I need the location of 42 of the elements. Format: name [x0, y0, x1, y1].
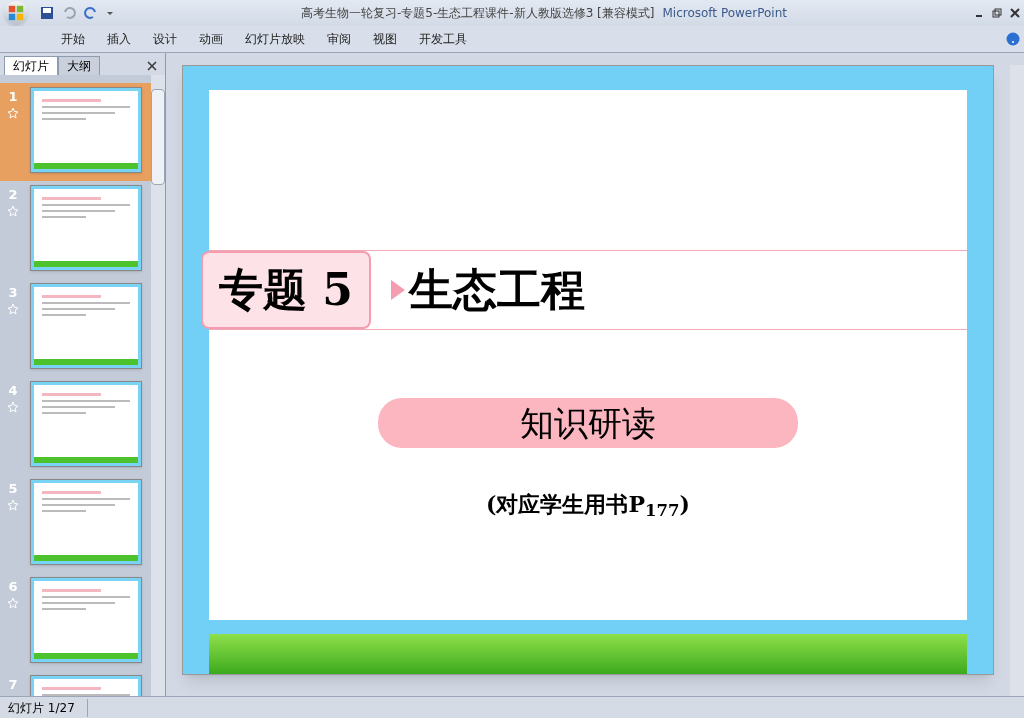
- slide-title: 生态工程: [408, 263, 585, 317]
- caret-icon[interactable]: [106, 9, 114, 17]
- star-icon: [7, 302, 19, 315]
- redo-icon[interactable]: [84, 6, 98, 20]
- slide-number: 4: [8, 382, 18, 400]
- title-badge: 专题 5: [201, 251, 371, 329]
- scrollbar[interactable]: [151, 75, 165, 696]
- office-button[interactable]: [4, 1, 28, 25]
- star-icon: [7, 204, 19, 217]
- panel-tab[interactable]: 幻灯片: [4, 56, 58, 75]
- ribbon-tab[interactable]: 设计: [142, 30, 188, 48]
- ribbon-tab[interactable]: 动画: [188, 30, 234, 48]
- banner: 知识研读: [378, 398, 798, 448]
- slide-number: 2: [8, 186, 18, 204]
- scrollbar[interactable]: [1010, 65, 1024, 696]
- close-icon[interactable]: [147, 61, 157, 71]
- slide-number: 6: [8, 578, 18, 596]
- triangle-icon: [390, 280, 405, 300]
- star-icon: [7, 400, 19, 413]
- save-icon[interactable]: [40, 6, 54, 20]
- app-name: Microsoft PowerPoint: [662, 5, 787, 22]
- star-icon: [7, 596, 19, 609]
- ribbon-tab[interactable]: 插入: [96, 30, 142, 48]
- star-icon: [7, 498, 19, 511]
- slide-number: 7: [8, 676, 18, 694]
- slide-counter: 幻灯片 1/27: [8, 698, 88, 717]
- slide-number: 5: [8, 480, 18, 498]
- panel-tab[interactable]: 大纲: [58, 56, 100, 75]
- window-title: 高考生物一轮复习-专题5-生态工程课件-新人教版选修3 [兼容模式]: [301, 5, 655, 22]
- star-icon: [7, 106, 19, 119]
- slide-number: 1: [8, 88, 18, 106]
- restore-icon[interactable]: [992, 8, 1002, 18]
- slide-number: 3: [8, 284, 18, 302]
- ribbon-tab[interactable]: 幻灯片放映: [234, 30, 316, 48]
- book-reference: (对应学生用书P$_{177}$): [486, 490, 690, 521]
- office-logo-icon: [8, 5, 24, 21]
- ribbon-tab[interactable]: 开始: [50, 30, 96, 48]
- close-icon[interactable]: [1010, 8, 1020, 18]
- ribbon-tab[interactable]: 开发工具: [408, 30, 478, 48]
- help-icon[interactable]: [1006, 32, 1020, 46]
- ribbon-tab[interactable]: 视图: [362, 30, 408, 48]
- ribbon-tab[interactable]: 审阅: [316, 30, 362, 48]
